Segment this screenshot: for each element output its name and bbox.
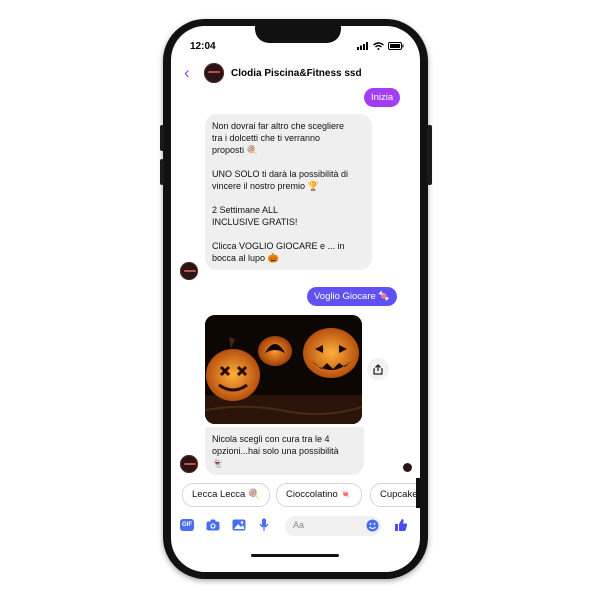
back-arrow-icon[interactable]: ‹ — [184, 64, 190, 82]
battery-icon — [388, 42, 404, 50]
message-intro: Non dovrai far altro che scegliere tra i… — [205, 114, 372, 270]
status-time: 12:04 — [190, 41, 216, 52]
message-voglio-giocare: Voglio Giocare 🍬 — [307, 287, 398, 306]
share-button[interactable] — [367, 358, 389, 380]
conversation-title[interactable]: Clodia Piscina&Fitness ssd — [231, 68, 362, 79]
image-icon[interactable] — [232, 519, 246, 531]
side-button-left-2 — [160, 159, 164, 185]
status-icons — [357, 42, 404, 50]
header-avatar[interactable] — [204, 63, 224, 83]
wifi-icon — [373, 42, 384, 50]
phone-edge-mask — [416, 478, 428, 508]
like-thumb-icon[interactable] — [394, 518, 408, 532]
quick-reply-lecca-lecca[interactable]: Lecca Lecca 🍭 — [182, 483, 270, 507]
side-button-left-1 — [160, 125, 164, 151]
message-inizia: Inizia — [364, 88, 401, 107]
home-indicator — [251, 554, 339, 557]
notch — [255, 26, 341, 43]
gif-button[interactable]: GIF — [180, 519, 194, 531]
camera-icon[interactable] — [206, 519, 220, 531]
share-icon — [373, 363, 383, 375]
message-input-placeholder: Aa — [293, 520, 305, 530]
signal-icon — [357, 42, 368, 50]
bot-avatar — [180, 262, 198, 280]
emoji-icon[interactable] — [366, 519, 379, 532]
halloween-pumpkins-image[interactable] — [205, 315, 362, 424]
microphone-icon[interactable] — [259, 518, 269, 532]
bot-avatar — [180, 455, 198, 473]
quick-reply-cioccolatino[interactable]: Cioccolatino 🍬 — [276, 483, 363, 507]
seen-indicator-avatar — [403, 463, 412, 472]
message-choose: Nicola scegli con cura tra le 4 opzioni.… — [205, 427, 364, 475]
side-button-right — [427, 125, 432, 185]
